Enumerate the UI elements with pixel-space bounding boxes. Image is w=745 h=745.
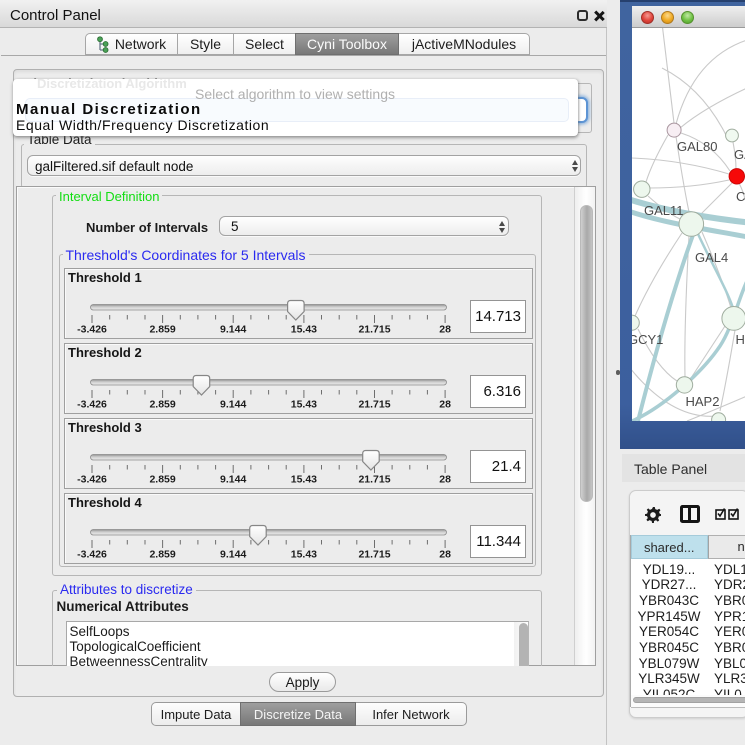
svg-text:15.43: 15.43 xyxy=(290,399,316,411)
svg-text:GA: GA xyxy=(734,147,745,162)
svg-text:2.859: 2.859 xyxy=(149,399,175,411)
svg-text:GAL80: GAL80 xyxy=(677,139,717,154)
svg-text:9.144: 9.144 xyxy=(220,474,246,486)
svg-text:2.859: 2.859 xyxy=(149,549,175,561)
svg-text:15.43: 15.43 xyxy=(290,549,316,561)
svg-text:28: 28 xyxy=(439,474,451,486)
svg-text:28: 28 xyxy=(439,549,451,561)
svg-text:9.144: 9.144 xyxy=(220,324,246,336)
svg-text:-3.426: -3.426 xyxy=(77,549,107,561)
svg-text:GAL11: GAL11 xyxy=(644,203,684,218)
svg-text:-3.426: -3.426 xyxy=(77,324,107,336)
svg-text:28: 28 xyxy=(439,399,451,411)
svg-text:28: 28 xyxy=(439,324,451,336)
svg-text:GAL4: GAL4 xyxy=(695,250,728,265)
svg-text:15.43: 15.43 xyxy=(290,474,316,486)
svg-text:-3.426: -3.426 xyxy=(77,399,107,411)
svg-text:15.43: 15.43 xyxy=(290,324,316,336)
svg-text:21.715: 21.715 xyxy=(358,474,390,486)
svg-text:C: C xyxy=(736,189,745,204)
svg-text:21.715: 21.715 xyxy=(358,549,390,561)
svg-text:2.859: 2.859 xyxy=(149,324,175,336)
svg-text:H: H xyxy=(736,332,745,347)
svg-text:9.144: 9.144 xyxy=(220,399,246,411)
svg-text:9.144: 9.144 xyxy=(220,549,246,561)
svg-text:21.715: 21.715 xyxy=(358,324,390,336)
svg-text:2.859: 2.859 xyxy=(149,474,175,486)
svg-text:21.715: 21.715 xyxy=(358,399,390,411)
svg-text:GCY1: GCY1 xyxy=(632,332,663,347)
svg-text:-3.426: -3.426 xyxy=(77,474,107,486)
svg-text:HAP2: HAP2 xyxy=(686,394,720,409)
